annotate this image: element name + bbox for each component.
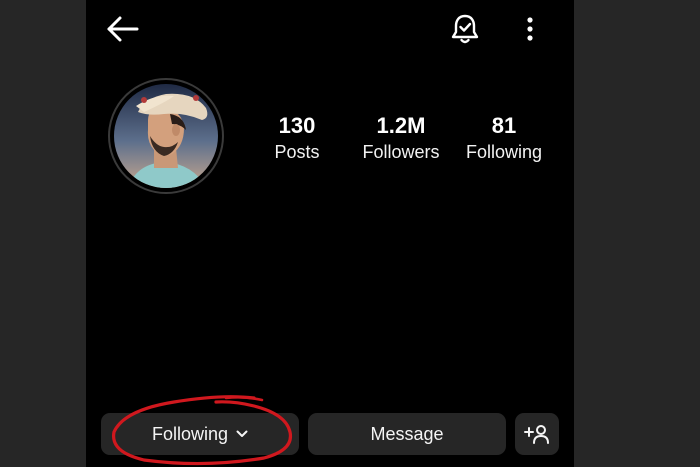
followers-label: Followers: [362, 142, 440, 162]
page: 130 Posts 1.2M Followers 81 Following Fo…: [0, 0, 700, 467]
following-label: Following: [465, 142, 543, 162]
profile-screen: 130 Posts 1.2M Followers 81 Following Fo…: [86, 0, 574, 467]
suggested-accounts-button[interactable]: [515, 413, 559, 455]
arrow-left-icon: [107, 16, 139, 42]
following-count: 81: [491, 113, 517, 138]
following-button-label: Following: [151, 423, 229, 444]
posts-label: Posts: [274, 142, 320, 162]
profile-photo: [114, 84, 218, 188]
posts-count: 130: [278, 113, 316, 138]
vertical-ellipsis-icon: [527, 17, 533, 41]
notifications-button[interactable]: [449, 12, 481, 46]
followers-count: 1.2M: [376, 113, 426, 138]
message-button[interactable]: Message: [308, 413, 506, 455]
add-person-icon: [524, 425, 549, 444]
more-options-button[interactable]: [518, 14, 542, 44]
following-button[interactable]: Following: [101, 413, 299, 455]
chevron-down-icon: [236, 430, 248, 437]
stat-followers[interactable]: 1.2M Followers: [354, 112, 448, 164]
avatar[interactable]: [108, 78, 224, 194]
message-button-label: Message: [370, 423, 444, 444]
bell-check-icon: [451, 14, 479, 44]
stat-posts[interactable]: 130 Posts: [261, 112, 333, 164]
stat-following[interactable]: 81 Following: [460, 112, 548, 164]
back-button[interactable]: [106, 14, 140, 44]
